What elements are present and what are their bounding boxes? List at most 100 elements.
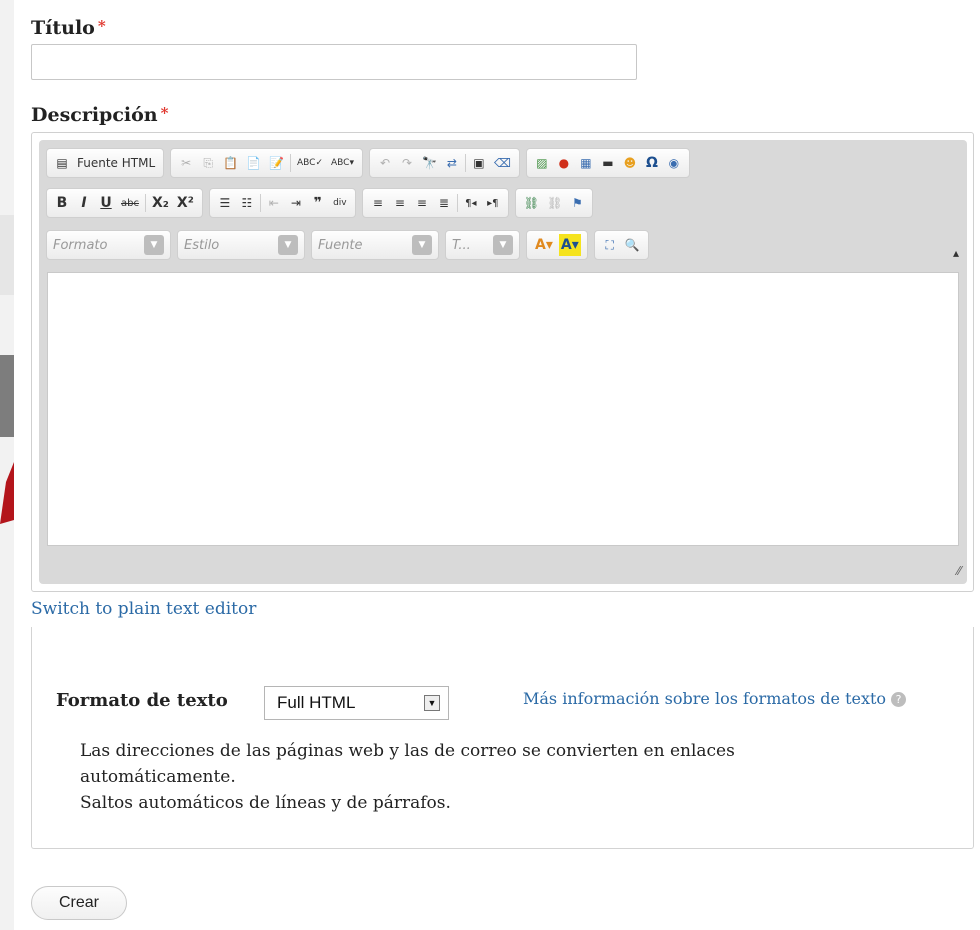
table-icon[interactable]: ▦ <box>577 152 595 174</box>
align-group: ≡ ≡ ≡ ≣ ¶◂ ▸¶ <box>361 188 509 218</box>
source-icon: ▤ <box>56 156 68 170</box>
title-label-text: Título <box>31 17 95 39</box>
align-right-icon[interactable]: ≡ <box>413 192 431 214</box>
text-format-selected-value: Full HTML <box>277 693 356 712</box>
chevron-down-icon: ▼ <box>144 235 164 255</box>
remove-format-icon[interactable]: ⌫ <box>492 152 513 174</box>
style-combo[interactable]: Estilo ▼ <box>177 230 305 260</box>
rtl-icon[interactable]: ¶◂ <box>462 192 480 214</box>
horizontal-rule-icon[interactable]: ▬ <box>599 152 617 174</box>
create-button[interactable]: Crear <box>31 886 127 920</box>
separator <box>144 194 146 212</box>
indent-icon[interactable]: ⇥ <box>287 192 305 214</box>
toolbar-row-2: B I U abc X₂ X² ☰ ☷ ⇤ ⇥ ❞ div ≡ ≡ ≡ ≣ ¶◂… <box>46 188 594 218</box>
collapse-toolbar-icon[interactable]: ▴ <box>953 246 959 260</box>
more-info-text-formats[interactable]: Más información sobre los formatos de te… <box>523 689 907 708</box>
separator <box>259 194 261 212</box>
numbered-list-icon[interactable]: ☰ <box>216 192 234 214</box>
maximize-icon[interactable]: ⛶ <box>601 234 619 256</box>
paste-word-icon[interactable]: 📝 <box>267 152 286 174</box>
subscript-button[interactable]: X₂ <box>150 192 171 214</box>
background-color-icon[interactable]: A▾ <box>558 234 581 256</box>
outdent-icon[interactable]: ⇤ <box>265 192 283 214</box>
tip-item: Saltos automáticos de líneas y de párraf… <box>80 793 451 813</box>
div-container-icon[interactable]: div <box>331 192 349 214</box>
edit-group: ↶ ↷ 🔭 ⇄ ▣ ⌫ <box>368 148 520 178</box>
tip-item: Las direcciones de las páginas web y las… <box>80 741 735 787</box>
justify-icon[interactable]: ≣ <box>435 192 453 214</box>
spellcheck-icon[interactable]: ABC✓ <box>295 152 325 174</box>
chevron-down-icon: ▼ <box>424 695 440 711</box>
iframe-icon[interactable]: ◉ <box>665 152 683 174</box>
links-group: ⛓ ⛓ ⚑ <box>514 188 594 218</box>
select-all-icon[interactable]: ▣ <box>470 152 488 174</box>
smiley-icon[interactable]: ☻ <box>621 152 639 174</box>
chevron-down-icon: ▼ <box>493 235 513 255</box>
link-icon[interactable]: ⛓ <box>522 192 541 214</box>
show-blocks-icon[interactable]: 🔍 <box>623 234 642 256</box>
flash-icon[interactable]: ● <box>555 152 573 174</box>
editor-content-area[interactable] <box>47 272 959 546</box>
anchor-flag-icon[interactable]: ⚑ <box>568 192 586 214</box>
left-edge-dark-block <box>0 355 14 437</box>
copy-icon[interactable]: ⎘ <box>199 152 217 174</box>
text-format-select[interactable]: Full HTML ▼ <box>264 686 449 720</box>
ltr-icon[interactable]: ▸¶ <box>484 192 502 214</box>
chevron-down-icon: ▼ <box>278 235 298 255</box>
find-icon[interactable]: 🔭 <box>420 152 439 174</box>
text-format-label: Formato de texto <box>56 690 228 711</box>
switch-to-plain-text-link[interactable]: Switch to plain text editor <box>31 599 256 619</box>
size-combo-label: T... <box>452 237 471 253</box>
resize-grip-icon[interactable]: ⁄⁄ <box>957 564 961 578</box>
paste-text-icon[interactable]: 📄 <box>244 152 263 174</box>
help-icon: ? <box>891 692 907 707</box>
strike-button[interactable]: abc <box>119 192 141 214</box>
rich-text-editor: ▤ Fuente HTML ✂ ⎘ 📋 📄 📝 ABC✓ ABC▾ ↶ ↷ 🔭 … <box>39 140 967 584</box>
spellcheck-as-you-type-icon[interactable]: ABC▾ <box>329 152 356 174</box>
superscript-button[interactable]: X² <box>175 192 196 214</box>
align-left-icon[interactable]: ≡ <box>369 192 387 214</box>
undo-icon[interactable]: ↶ <box>376 152 394 174</box>
colors-group: A▾ A▾ <box>526 230 588 260</box>
format-combo[interactable]: Formato ▼ <box>46 230 171 260</box>
bold-button[interactable]: B <box>53 192 71 214</box>
paste-icon[interactable]: 📋 <box>221 152 240 174</box>
required-mark: * <box>97 17 106 35</box>
redo-icon[interactable]: ↷ <box>398 152 416 174</box>
basic-style-group: B I U abc X₂ X² <box>46 188 203 218</box>
unlink-icon[interactable]: ⛓ <box>545 192 564 214</box>
font-combo-label: Fuente <box>318 237 363 253</box>
clipboard-group: ✂ ⎘ 📋 📄 📝 ABC✓ ABC▾ <box>170 148 363 178</box>
left-edge-block <box>0 215 14 295</box>
font-combo[interactable]: Fuente ▼ <box>311 230 439 260</box>
cut-icon[interactable]: ✂ <box>177 152 195 174</box>
description-label-text: Descripción <box>31 104 158 126</box>
tools-group: ⛶ 🔍 <box>593 230 649 260</box>
toolbar-row-3: Formato ▼ Estilo ▼ Fuente ▼ T... ▼ A▾ A▾… <box>46 230 649 260</box>
source-group: ▤ Fuente HTML <box>46 148 165 178</box>
description-label: Descripción * <box>31 104 168 126</box>
separator <box>464 154 466 172</box>
size-combo[interactable]: T... ▼ <box>445 230 520 260</box>
title-label: Título * <box>31 17 106 39</box>
underline-button[interactable]: U <box>97 192 115 214</box>
red-arrow-fragment <box>0 462 14 524</box>
format-combo-label: Formato <box>53 237 108 253</box>
paragraph-group: ☰ ☷ ⇤ ⇥ ❞ div <box>208 188 356 218</box>
source-button[interactable]: Fuente HTML <box>75 152 157 174</box>
toolbar-row-1: ▤ Fuente HTML ✂ ⎘ 📋 📄 📝 ABC✓ ABC▾ ↶ ↷ 🔭 … <box>46 148 690 178</box>
special-char-icon[interactable]: Ω <box>643 152 661 174</box>
image-icon[interactable]: ▨ <box>533 152 551 174</box>
text-color-icon[interactable]: A▾ <box>533 234 555 256</box>
italic-button[interactable]: I <box>75 192 93 214</box>
replace-icon[interactable]: ⇄ <box>443 152 461 174</box>
separator <box>456 194 458 212</box>
title-input[interactable] <box>31 44 637 80</box>
more-info-link-label[interactable]: Más información sobre los formatos de te… <box>523 689 886 708</box>
style-combo-label: Estilo <box>184 237 220 253</box>
align-center-icon[interactable]: ≡ <box>391 192 409 214</box>
required-mark: * <box>160 104 169 122</box>
bulleted-list-icon[interactable]: ☷ <box>238 192 256 214</box>
blockquote-icon[interactable]: ❞ <box>309 192 327 214</box>
insert-group: ▨ ● ▦ ▬ ☻ Ω ◉ <box>525 148 690 178</box>
